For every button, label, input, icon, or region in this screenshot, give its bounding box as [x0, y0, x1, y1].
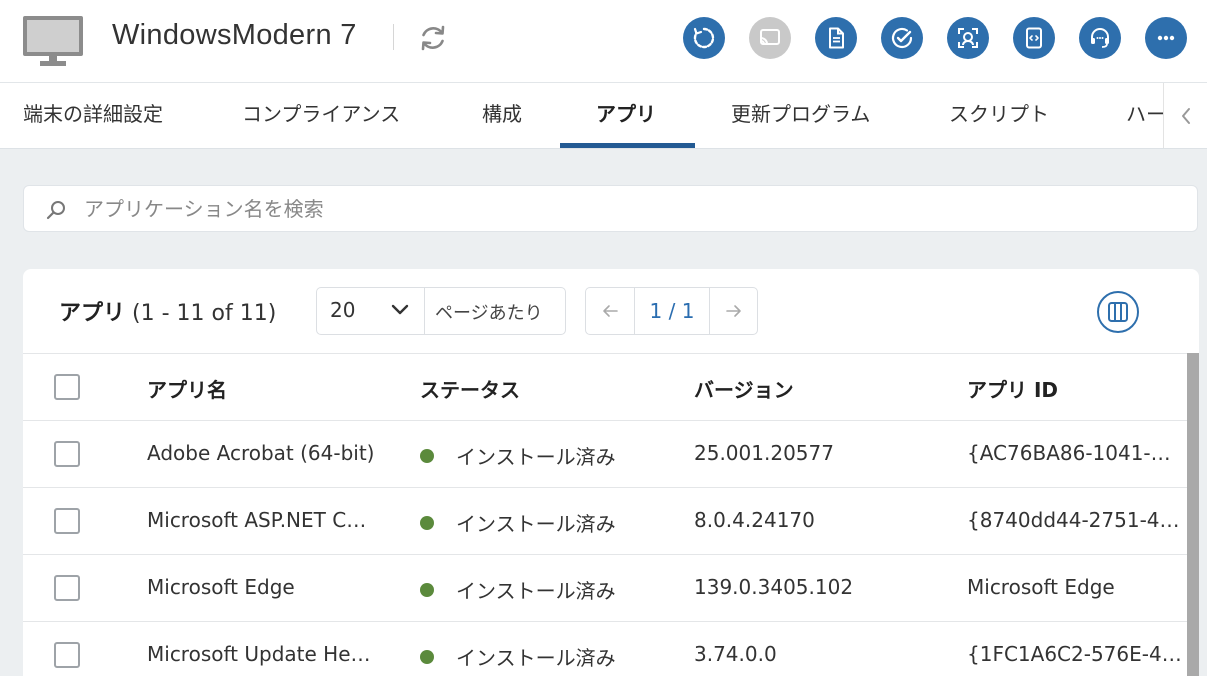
check-circle-icon	[891, 27, 913, 49]
app-name: Microsoft ASP.NET Core	[147, 508, 377, 532]
column-settings-button[interactable]	[1097, 291, 1139, 333]
chevron-down-icon	[391, 304, 409, 315]
apps-count-title: アプリ (1 - 11 of 11)	[59, 295, 276, 327]
script-action-button[interactable]	[1013, 17, 1055, 59]
app-version: 8.0.4.24170	[694, 508, 815, 532]
sync-icon	[693, 27, 715, 49]
column-header-app-id[interactable]: アプリ ID	[967, 374, 1182, 403]
select-all-checkbox[interactable]	[54, 374, 80, 400]
status-text: インストール済み	[456, 512, 616, 536]
compliance-check-button[interactable]	[881, 17, 923, 59]
column-header-status[interactable]: ステータス	[420, 374, 660, 403]
scan-face-icon	[958, 28, 978, 48]
app-name: Microsoft Update Health Tools	[147, 642, 377, 666]
device-header: WindowsModern 7	[0, 0, 1207, 83]
tab-scroll-left-button[interactable]	[1163, 83, 1207, 148]
document-icon	[829, 27, 844, 49]
active-tab-indicator	[560, 143, 695, 148]
prev-page-button[interactable]	[586, 288, 635, 334]
tab-apps[interactable]: アプリ	[596, 83, 656, 148]
per-page-label: ページあたり	[435, 303, 543, 324]
status-dot	[420, 650, 434, 664]
app-name: Microsoft Edge	[147, 575, 295, 599]
search-icon	[46, 201, 65, 220]
app-version: 139.0.3405.102	[694, 575, 854, 599]
status-text: インストール済み	[456, 646, 616, 670]
tab-configuration[interactable]: 構成	[482, 83, 522, 148]
refresh-icon[interactable]	[417, 22, 449, 54]
tab-device-details[interactable]: 端末の詳細設定	[23, 83, 163, 148]
scan-action-button[interactable]	[947, 17, 989, 59]
apps-range: (1 - 11 of 11)	[132, 301, 277, 326]
script-code-icon	[1026, 27, 1042, 49]
cast-icon	[760, 29, 780, 45]
app-status: インストール済み	[420, 508, 660, 537]
status-dot	[420, 583, 434, 597]
sync-action-button[interactable]	[683, 17, 725, 59]
table-header-row: アプリ名 ステータス バージョン アプリ ID	[23, 354, 1187, 421]
page-indicator: 1 / 1	[649, 299, 695, 323]
tab-bar: 端末の詳細設定 コンプライアンス 構成 アプリ 更新プログラム スクリプト ハー…	[0, 83, 1207, 149]
more-icon	[1157, 35, 1175, 41]
app-search-box	[23, 185, 1198, 232]
search-input[interactable]	[84, 192, 1184, 226]
status-dot	[420, 516, 434, 530]
support-action-button[interactable]	[1079, 17, 1121, 59]
cast-action-button[interactable]	[749, 17, 791, 59]
column-header-app-name[interactable]: アプリ名	[147, 374, 377, 403]
column-header-version[interactable]: バージョン	[694, 374, 934, 403]
apps-title: アプリ	[59, 301, 126, 326]
tab-scripts[interactable]: スクリプト	[949, 83, 1049, 148]
app-status: インストール済み	[420, 575, 660, 604]
more-actions-button[interactable]	[1145, 17, 1187, 59]
table-row[interactable]: Microsoft Edge インストール済み 139.0.3405.102 M…	[23, 555, 1187, 622]
app-name: Adobe Acrobat (64-bit)	[147, 441, 375, 465]
chevron-left-icon	[1181, 108, 1190, 124]
arrow-right-icon	[726, 305, 741, 317]
per-page-select[interactable]: 20	[317, 288, 425, 334]
row-checkbox[interactable]	[54, 441, 80, 467]
per-page-control: 20 ページあたり	[316, 287, 566, 335]
status-text: インストール済み	[456, 579, 616, 603]
table-row[interactable]: Microsoft ASP.NET Core インストール済み 8.0.4.24…	[23, 488, 1187, 555]
document-action-button[interactable]	[815, 17, 857, 59]
per-page-value: 20	[330, 298, 356, 322]
tab-updates[interactable]: 更新プログラム	[731, 83, 870, 148]
device-name: WindowsModern 7	[112, 19, 357, 51]
row-checkbox[interactable]	[54, 642, 80, 668]
apps-panel: アプリ (1 - 11 of 11) 20 ページあたり 1 / 1 アプリ名 …	[23, 269, 1199, 676]
row-checkbox[interactable]	[54, 508, 80, 534]
tab-compliance[interactable]: コンプライアンス	[242, 83, 400, 148]
table-scrollbar[interactable]	[1187, 353, 1199, 676]
next-page-button[interactable]	[709, 288, 758, 334]
status-dot	[420, 449, 434, 463]
arrow-left-icon	[603, 305, 618, 317]
app-id: Microsoft Edge	[967, 575, 1115, 599]
app-version: 25.001.20577	[694, 441, 834, 465]
columns-icon	[1108, 302, 1128, 322]
app-status: インストール済み	[420, 441, 660, 470]
monitor-icon	[23, 16, 83, 66]
app-id: {1FC1A6C2-576E-489A-9B4A-92D21F542136}	[967, 642, 1182, 666]
row-checkbox[interactable]	[54, 575, 80, 601]
table-row[interactable]: Microsoft Update Health Tools インストール済み 3…	[23, 622, 1187, 676]
status-text: インストール済み	[456, 445, 616, 469]
app-id: {8740dd44-2751-4c3e-9b6f-0e8e0f0a1d2c}	[967, 508, 1182, 532]
app-id: {AC76BA86-1041-1033-7760-BC15014EA700}	[967, 441, 1182, 465]
app-version: 3.74.0.0	[694, 642, 777, 666]
table-row[interactable]: Adobe Acrobat (64-bit) インストール済み 25.001.2…	[23, 421, 1187, 488]
app-status: インストール済み	[420, 642, 660, 671]
header-divider	[393, 24, 394, 50]
headset-icon	[1091, 28, 1109, 48]
pagination: 1 / 1	[585, 287, 758, 335]
